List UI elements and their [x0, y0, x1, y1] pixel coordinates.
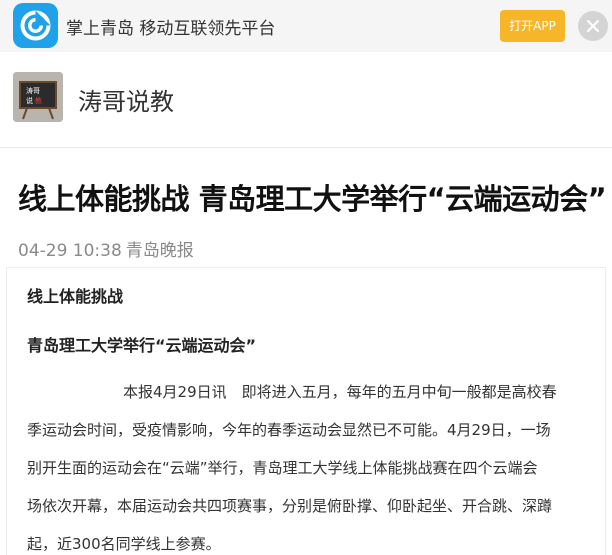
swirl-logo-icon[interactable]	[13, 3, 58, 48]
subheading-2: 青岛理工大学举行“云端运动会”	[27, 336, 257, 355]
article-source: 青岛晚报	[125, 241, 194, 261]
paragraph-line: 场依次开幕，本届运动会共四项赛事，分别是俯卧撑、仰卧起坐、开合跳、深蹲	[27, 497, 553, 515]
app-download-banner: 掌上青岛 移动互联领先平台 打开APP	[0, 0, 612, 52]
app-slogan: 掌上青岛 移动互联领先平台	[66, 19, 276, 39]
paragraph-line: 别开生面的运动会在“云端”举行，青岛理工大学线上体能挑战赛在四个云端会	[27, 459, 538, 477]
avatar-text-1: 涛哥	[26, 86, 40, 95]
paragraph-line: 本报4月29日讯 即将进入五月，每年的五月中旬一般都是高校春	[123, 383, 557, 401]
author-header: 涛哥 说 教 涛哥说教	[0, 52, 612, 148]
paragraph-line: 季运动会时间，受疫情影响，今年的春季运动会显然已不可能。4月29日，一场	[27, 421, 551, 439]
open-app-button[interactable]: 打开APP	[500, 10, 565, 42]
publish-date: 04-29 10:38	[18, 241, 122, 261]
article-title: 线上体能挑战 青岛理工大学举行“云端运动会”	[18, 182, 607, 216]
paragraph-line: 起，近300名同学线上参赛。	[27, 535, 221, 553]
article-meta: 04-29 10:38 青岛晚报	[18, 236, 194, 261]
close-icon[interactable]	[578, 11, 608, 41]
author-name[interactable]: 涛哥说教	[78, 82, 174, 117]
avatar[interactable]: 涛哥 说 教	[13, 72, 63, 122]
subheading-1: 线上体能挑战	[27, 287, 124, 306]
avatar-text-2: 说	[26, 96, 33, 105]
article-body: 线上体能挑战 青岛理工大学举行“云端运动会” 本报4月29日讯 即将进入五月，每…	[6, 267, 606, 555]
avatar-text-3: 教	[35, 96, 42, 105]
